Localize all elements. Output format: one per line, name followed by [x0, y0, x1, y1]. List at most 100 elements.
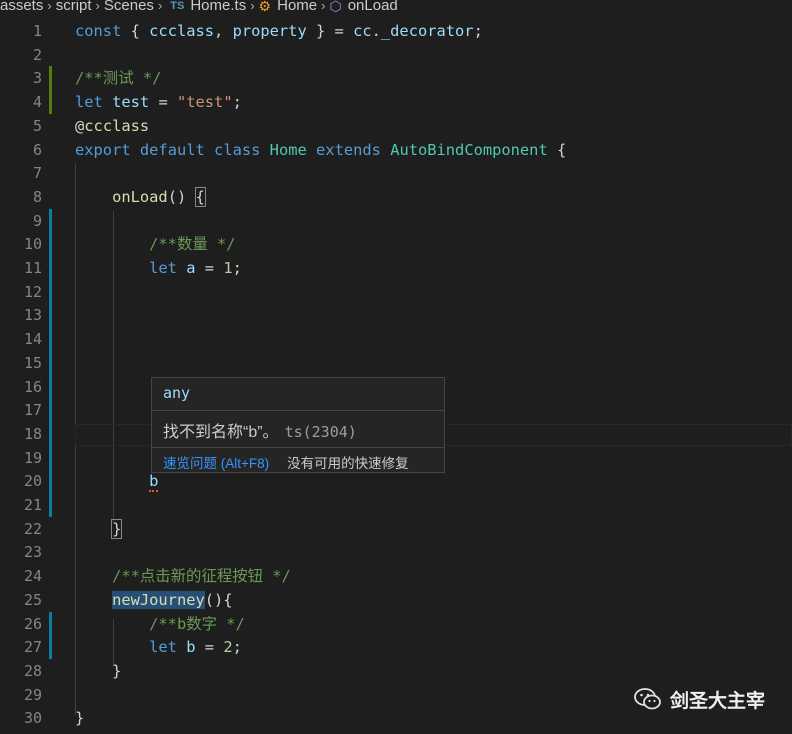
breadcrumb-label: assets	[0, 0, 44, 14]
gutter-modified-marker	[49, 493, 52, 517]
breadcrumb-item[interactable]: ⬡ onLoad	[329, 0, 397, 14]
code-token: export	[75, 141, 131, 159]
code-token: {	[121, 22, 150, 40]
code-line[interactable]: 21	[0, 493, 792, 517]
code-line[interactable]: 25 newJourney(){	[0, 588, 792, 612]
line-number: 25	[23, 591, 42, 609]
line-number: 17	[23, 401, 42, 419]
line-number: 18	[23, 425, 42, 443]
code-token: =	[195, 638, 224, 656]
code-token: {	[194, 187, 206, 207]
code-token: 1	[223, 259, 233, 277]
code-line[interactable]: 14	[0, 327, 792, 351]
gutter-modified-marker	[49, 209, 52, 233]
line-number: 4	[32, 93, 42, 111]
code-token: extends	[316, 141, 381, 159]
code-line[interactable]: 27 let b = 2;	[0, 635, 792, 659]
code-token: property	[232, 22, 307, 40]
line-number: 29	[23, 686, 42, 704]
code-text: newJourney(){	[75, 588, 233, 612]
code-token: b	[149, 472, 159, 492]
line-number: 21	[23, 496, 42, 514]
code-line[interactable]: 12	[0, 280, 792, 304]
code-line[interactable]: 7	[0, 161, 792, 185]
code-token: } =	[306, 22, 354, 40]
gutter-modified-marker	[49, 398, 52, 422]
code-text: const { ccclass, property } = cc._decora…	[75, 19, 483, 43]
chevron-right-icon: ›	[157, 0, 163, 13]
breadcrumb-label: script	[55, 0, 92, 14]
code-line[interactable]: 28 }	[0, 659, 792, 683]
code-token: ccclass	[84, 117, 150, 135]
code-line[interactable]: 11 let a = 1;	[0, 256, 792, 280]
code-text: let a = 1;	[75, 256, 242, 280]
class-icon: ⚙	[258, 0, 272, 14]
code-line[interactable]: 1 const { ccclass, property } = cc._decor…	[0, 19, 792, 43]
breadcrumb-item[interactable]: TS Home.ts	[166, 0, 246, 14]
chevron-right-icon: ›	[47, 0, 52, 13]
code-line[interactable]: 5 @ccclass	[0, 114, 792, 138]
error-code: ts(2304)	[284, 423, 357, 441]
code-token: /**数量 */	[149, 235, 236, 253]
line-number: 28	[23, 662, 42, 680]
peek-problem-link[interactable]: 速览问题 (Alt+F8)	[163, 456, 269, 471]
code-line[interactable]: 26 /**b数字 */	[0, 612, 792, 636]
code-token: const	[75, 22, 122, 40]
breadcrumb-item[interactable]: Scenes	[104, 0, 154, 14]
breadcrumb-item[interactable]: assets	[0, 0, 43, 14]
code-line[interactable]: 3 /**测试 */	[0, 66, 792, 90]
breadcrumb-label: Home	[277, 0, 318, 14]
code-text: }	[75, 517, 123, 541]
code-text: /**数量 */	[75, 232, 236, 256]
code-line[interactable]: 2	[0, 43, 792, 67]
code-line[interactable]: 24 /**点击新的征程按钮 */	[0, 564, 792, 588]
chevron-right-icon: ›	[321, 0, 326, 13]
code-token: =	[149, 93, 177, 111]
code-token: }	[75, 662, 122, 680]
code-line[interactable]: 22 }	[0, 517, 792, 541]
line-number: 14	[23, 330, 42, 348]
code-line[interactable]: 10 /**数量 */	[0, 232, 792, 256]
code-line[interactable]: 15	[0, 351, 792, 375]
code-token: default	[139, 141, 205, 159]
code-token: 2	[223, 638, 233, 656]
gutter-modified-marker	[49, 375, 52, 399]
code-line[interactable]: 9	[0, 209, 792, 233]
code-token: /**b数字 */	[149, 615, 245, 633]
code-line[interactable]: 4 let test = "test";	[0, 90, 792, 114]
breadcrumb-item[interactable]: ⚙ Home	[259, 0, 318, 14]
gutter-modified-marker	[49, 232, 52, 256]
code-token: AutoBindComponent	[390, 141, 548, 159]
line-number: 6	[32, 141, 42, 159]
line-number: 11	[23, 259, 42, 277]
hover-type: any	[163, 384, 191, 402]
line-number: 26	[23, 615, 42, 633]
code-line[interactable]: 13	[0, 303, 792, 327]
gutter-modified-marker	[49, 469, 52, 493]
code-line[interactable]: 23	[0, 540, 792, 564]
code-token: ccclass	[149, 22, 215, 40]
code-token: ;	[232, 93, 242, 111]
code-token: }	[75, 709, 85, 727]
gutter-modified-marker	[49, 422, 52, 446]
code-text: }	[75, 659, 121, 683]
code-line[interactable]: 6 export default class Home extends AutoB…	[0, 138, 792, 162]
gutter-modified-marker	[49, 280, 52, 304]
gutter-added-marker	[49, 90, 52, 114]
breadcrumb-item[interactable]: script	[56, 0, 92, 14]
line-number: 24	[23, 567, 42, 585]
code-token: /**点击新的征程按钮 */	[112, 567, 291, 585]
watermark-text: 剑圣大主宰	[670, 690, 766, 712]
gutter-added-marker	[49, 66, 52, 90]
chevron-right-icon: ›	[250, 0, 255, 13]
code-line[interactable]: 8 onLoad() {	[0, 185, 792, 209]
code-text: let b = 2;	[75, 635, 242, 659]
